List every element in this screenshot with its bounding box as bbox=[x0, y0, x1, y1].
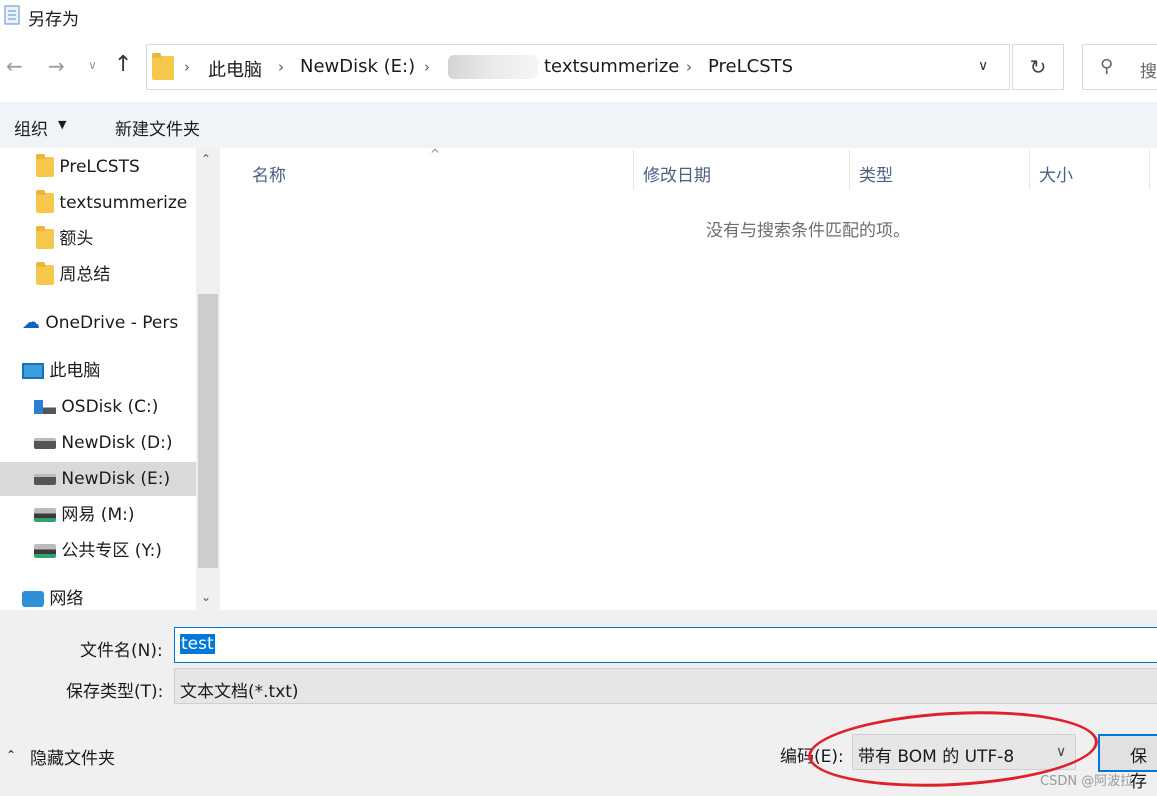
nav-item-etou[interactable]: 额头 bbox=[36, 222, 196, 256]
refresh-icon[interactable]: ↻ bbox=[1012, 44, 1064, 90]
nav-item-public-y[interactable]: 公共专区 (Y:) bbox=[34, 534, 196, 568]
column-divider[interactable] bbox=[849, 150, 850, 190]
breadcrumb-separator-icon: › bbox=[278, 58, 284, 76]
redacted-breadcrumb bbox=[448, 55, 538, 79]
save-button-label: 保存 bbox=[1130, 747, 1147, 792]
network-drive-icon bbox=[34, 508, 56, 522]
folder-icon bbox=[36, 226, 54, 249]
breadcrumb-prelcsts[interactable]: PreLCSTS bbox=[708, 56, 793, 77]
nav-item-netease-m[interactable]: 网易 (M:) bbox=[34, 498, 196, 532]
breadcrumb-newdisk-e[interactable]: NewDisk (E:) bbox=[300, 56, 415, 77]
filename-label: 文件名(N): bbox=[80, 641, 163, 661]
column-header-name[interactable]: 名称 bbox=[252, 161, 286, 186]
save-type-select[interactable] bbox=[174, 668, 1157, 704]
column-divider[interactable] bbox=[1029, 150, 1030, 190]
network-icon bbox=[22, 591, 44, 607]
notepad-icon bbox=[4, 5, 20, 25]
nav-item-newdisk-e[interactable]: NewDisk (E:) bbox=[0, 462, 196, 496]
filename-value[interactable]: test bbox=[180, 634, 215, 654]
os-drive-icon bbox=[34, 400, 56, 414]
nav-item-weekly-summary[interactable]: 周总结 bbox=[36, 258, 196, 292]
sort-caret-icon: ^ bbox=[430, 147, 441, 161]
address-dropdown-chevron-icon[interactable]: ∨ bbox=[978, 58, 988, 74]
computer-icon bbox=[22, 363, 44, 379]
organize-button[interactable]: 组织 bbox=[14, 115, 48, 140]
breadcrumb-textsummerize[interactable]: textsummerize bbox=[544, 56, 679, 77]
breadcrumb-separator-icon: › bbox=[184, 58, 190, 76]
nav-item-onedrive[interactable]: ☁ OneDrive - Pers bbox=[22, 306, 196, 340]
window-title: 另存为 bbox=[28, 10, 79, 30]
up-arrow-icon[interactable]: ↑ bbox=[114, 52, 132, 77]
nav-scrollbar-thumb[interactable] bbox=[198, 294, 218, 568]
breadcrumb-separator-icon: › bbox=[424, 58, 430, 76]
column-divider[interactable] bbox=[1149, 150, 1150, 190]
onedrive-icon: ☁ bbox=[22, 312, 40, 333]
address-folder-icon bbox=[152, 53, 174, 80]
folder-icon bbox=[36, 262, 54, 285]
drive-icon bbox=[34, 437, 56, 449]
nav-item-prelcsts[interactable]: PreLCSTS bbox=[36, 150, 196, 184]
filename-input[interactable] bbox=[174, 627, 1157, 663]
nav-item-newdisk-d[interactable]: NewDisk (D:) bbox=[34, 426, 196, 460]
scroll-down-chevron-icon[interactable]: ⌄ bbox=[201, 590, 211, 604]
search-placeholder: 搜 bbox=[1140, 62, 1157, 82]
hide-folders-button[interactable]: 隐藏文件夹 bbox=[30, 744, 115, 769]
drive-icon bbox=[34, 473, 56, 485]
forward-arrow-icon[interactable]: → bbox=[48, 54, 65, 78]
file-list bbox=[222, 148, 1157, 610]
save-type-label: 保存类型(T): bbox=[66, 682, 164, 702]
title-bar bbox=[0, 0, 1157, 34]
column-header-modified[interactable]: 修改日期 bbox=[643, 161, 711, 186]
scroll-up-chevron-icon[interactable]: ⌃ bbox=[201, 152, 211, 166]
breadcrumb-separator-icon: › bbox=[686, 58, 692, 76]
caret-down-icon[interactable]: ▼ bbox=[58, 118, 66, 131]
recent-locations-chevron-icon[interactable]: ∨ bbox=[88, 58, 97, 72]
column-header-size[interactable]: 大小 bbox=[1039, 161, 1073, 186]
new-folder-button[interactable]: 新建文件夹 bbox=[115, 115, 200, 140]
chevron-up-icon[interactable]: ⌃ bbox=[6, 748, 16, 762]
column-divider[interactable] bbox=[633, 150, 634, 190]
folder-icon bbox=[36, 190, 54, 213]
watermark: CSDN @阿波拉 bbox=[1040, 774, 1134, 789]
breadcrumb-this-pc[interactable]: 此电脑 bbox=[208, 56, 262, 82]
nav-item-this-pc[interactable]: 此电脑 bbox=[22, 354, 196, 388]
back-arrow-icon[interactable]: ← bbox=[6, 54, 23, 78]
nav-item-osdisk-c[interactable]: OSDisk (C:) bbox=[34, 390, 196, 424]
nav-item-textsummerize[interactable]: textsummerize bbox=[36, 186, 196, 220]
folder-icon bbox=[36, 154, 54, 177]
empty-list-message: 没有与搜索条件匹配的项。 bbox=[706, 221, 910, 241]
save-type-value[interactable]: 文本文档(*.txt) bbox=[180, 677, 299, 702]
network-drive-icon bbox=[34, 544, 56, 558]
search-icon: ⚲ bbox=[1100, 56, 1114, 77]
column-header-type[interactable]: 类型 bbox=[859, 161, 893, 186]
